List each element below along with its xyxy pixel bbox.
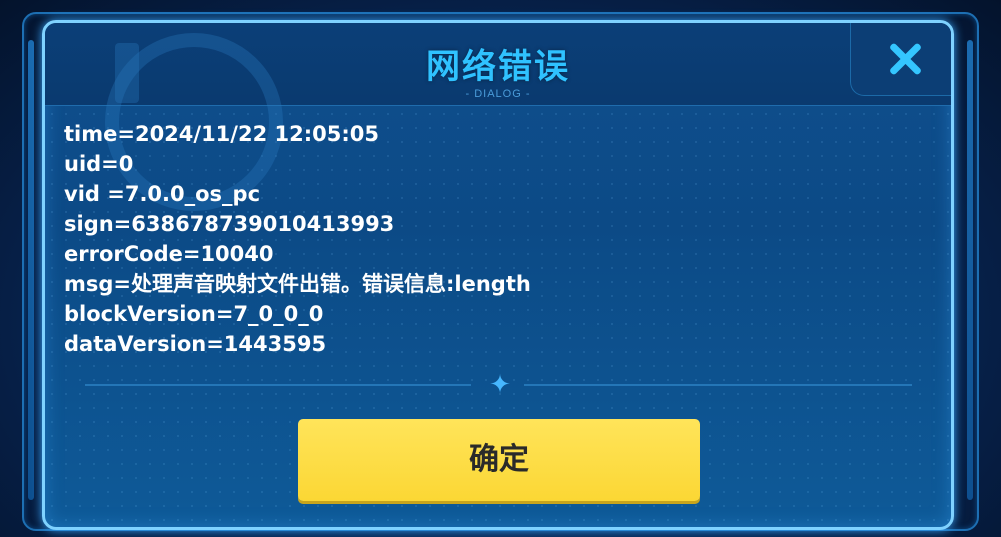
error-line-msg: msg=处理声音映射文件出错。错误信息:length <box>64 272 531 296</box>
error-dialog: 网络错误 - DIALOG - time=2024/11/22 12:05:05… <box>42 20 954 530</box>
right-rail <box>967 40 973 500</box>
error-line-uid: uid=0 <box>64 152 134 176</box>
four-point-star-icon: ✦ <box>489 370 511 400</box>
game-screen: 网络错误 - DIALOG - time=2024/11/22 12:05:05… <box>0 0 1001 537</box>
error-line-sign: sign=638678739010413993 <box>64 212 395 236</box>
divider-right <box>524 384 912 386</box>
error-details: time=2024/11/22 12:05:05 uid=0 vid =7.0.… <box>64 119 924 359</box>
close-button[interactable] <box>850 23 951 96</box>
divider-left <box>85 384 471 386</box>
error-line-vid: vid =7.0.0_os_pc <box>64 182 261 206</box>
error-line-error-code: errorCode=10040 <box>64 242 274 266</box>
dialog-subtitle: - DIALOG - <box>465 88 531 100</box>
error-line-data-version: dataVersion=1443595 <box>64 332 327 356</box>
left-rail <box>28 40 34 500</box>
dialog-header: 网络错误 - DIALOG - <box>45 23 951 211</box>
error-line-time: time=2024/11/22 12:05:05 <box>64 122 379 146</box>
confirm-button[interactable]: 确定 <box>298 419 700 501</box>
dialog-title: 网络错误 <box>426 47 570 87</box>
error-line-block-version: blockVersion=7_0_0_0 <box>64 302 324 326</box>
close-icon[interactable] <box>887 41 923 77</box>
